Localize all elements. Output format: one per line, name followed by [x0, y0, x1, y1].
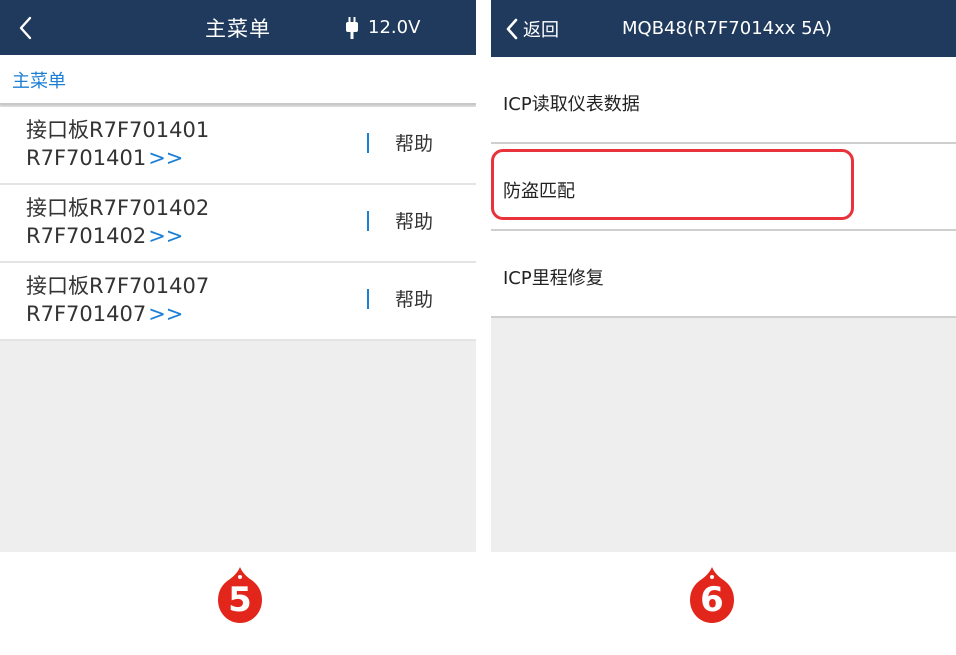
step-badge-6: 6 [688, 566, 736, 624]
function-menu: ICP读取仪表数据 防盗匹配 ICP里程修复 [491, 57, 956, 318]
menu-item-label: ICP里程修复 [503, 268, 604, 289]
item-subtitle: R7F701401>> [26, 146, 183, 170]
menu-item-icp-read-cluster-data[interactable]: ICP读取仪表数据 [491, 57, 956, 144]
voltage-value: 12.0V [368, 17, 421, 38]
item-code: R7F701401 [26, 146, 147, 170]
list-item-r7f701402[interactable]: 接口板R7F701402 R7F701402>> 帮助 [0, 185, 476, 263]
list-item-r7f701407[interactable]: 接口板R7F701407 R7F701407>> 帮助 [0, 263, 476, 341]
menu-item-immobilizer-matching[interactable]: 防盗匹配 [491, 144, 956, 231]
item-code: R7F701402 [26, 224, 147, 248]
item-divider [367, 289, 369, 309]
help-button[interactable]: 帮助 [395, 285, 433, 312]
item-divider [367, 133, 369, 153]
menu-item-label: 防盗匹配 [503, 181, 575, 202]
item-title: 接口板R7F701401 [26, 118, 210, 142]
plug-icon [346, 16, 358, 39]
voltage-indicator: 12.0V [346, 0, 420, 55]
step-badge-5: 5 [216, 566, 264, 624]
item-arrow: >> [148, 224, 184, 248]
menu-item-label: ICP读取仪表数据 [503, 94, 640, 115]
help-button[interactable]: 帮助 [395, 129, 433, 156]
interface-board-list: 接口板R7F701401 R7F701401>> 帮助 接口板R7F701402… [0, 107, 476, 341]
back-label: 返回 [523, 19, 559, 41]
breadcrumb-bar: 主菜单 [0, 55, 476, 105]
item-title: 接口板R7F701402 [26, 196, 210, 220]
step-number: 6 [700, 580, 724, 620]
item-arrow: >> [148, 302, 184, 326]
help-button[interactable]: 帮助 [395, 207, 433, 234]
item-subtitle: R7F701402>> [26, 224, 183, 248]
immobilizer-menu-screen: 返回 MQB48(R7F7014xx 5A) ICP读取仪表数据 防盗匹配 IC… [491, 0, 956, 552]
app-header: 主菜单 12.0V [0, 0, 476, 55]
menu-item-icp-mileage-repair[interactable]: ICP里程修复 [491, 231, 956, 318]
breadcrumb[interactable]: 主菜单 [12, 67, 66, 93]
list-item-r7f701401[interactable]: 接口板R7F701401 R7F701401>> 帮助 [0, 107, 476, 185]
item-arrow: >> [148, 146, 184, 170]
chevron-left-icon [506, 18, 518, 39]
page-title: MQB48(R7F7014xx 5A) [622, 18, 832, 39]
app-header: 返回 MQB48(R7F7014xx 5A) [491, 0, 956, 57]
back-button[interactable]: 返回 [505, 0, 559, 57]
item-subtitle: R7F701407>> [26, 302, 183, 326]
item-code: R7F701407 [26, 302, 147, 326]
step-number: 5 [228, 580, 252, 620]
item-title: 接口板R7F701407 [26, 274, 210, 298]
main-menu-screen: 主菜单 12.0V 主菜单 接口板R7F701401 R7F701401>> 帮… [0, 0, 476, 552]
item-divider [367, 211, 369, 231]
